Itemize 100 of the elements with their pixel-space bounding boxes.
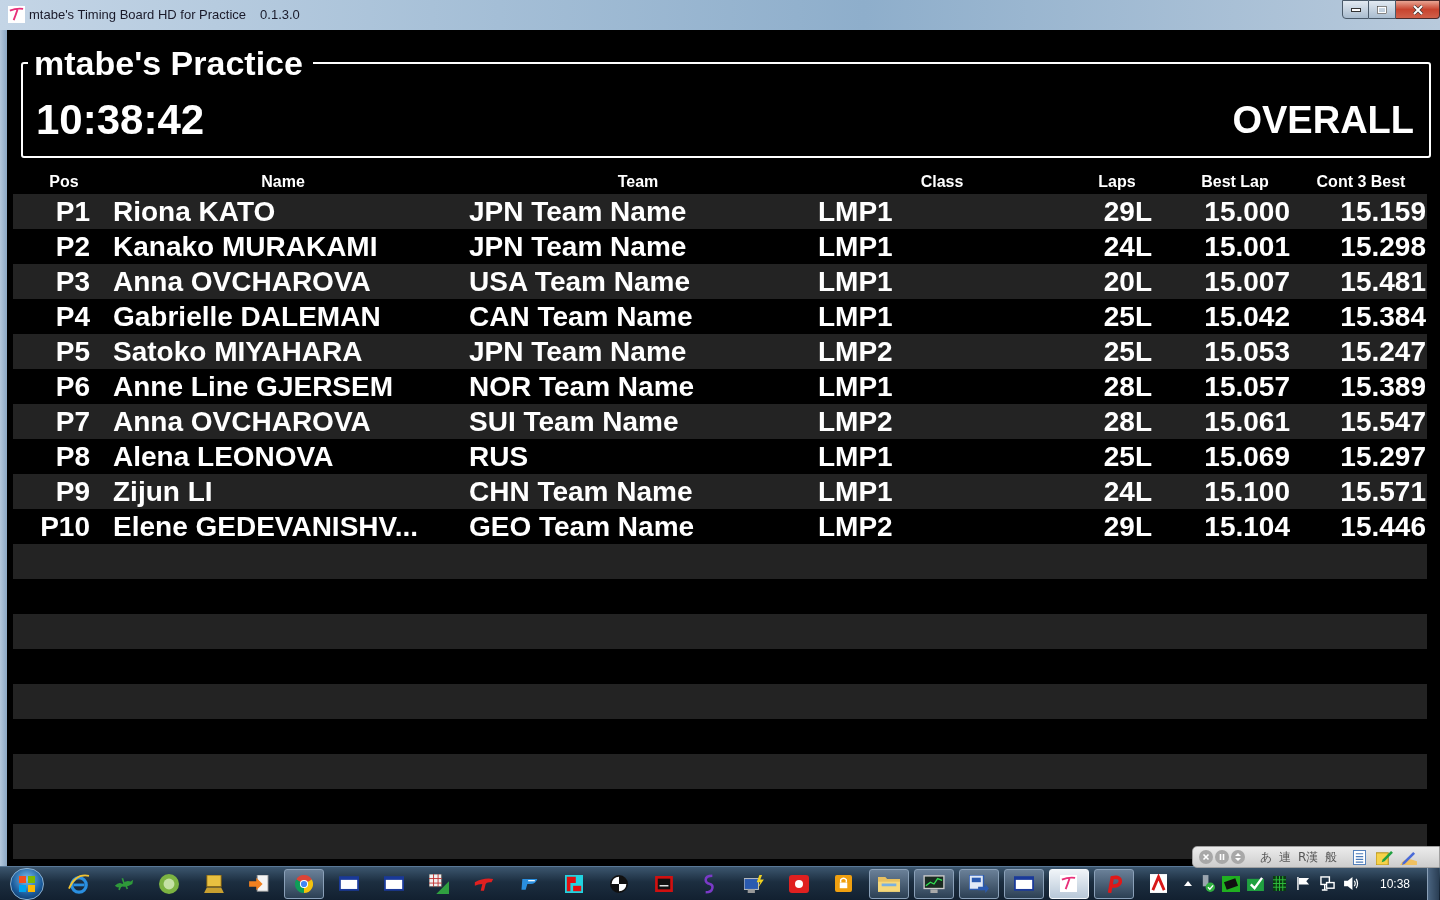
taskbar-clock[interactable]: 10:38 <box>1380 874 1410 893</box>
grid-icon[interactable] <box>1272 876 1286 891</box>
network-icon[interactable] <box>1319 876 1335 891</box>
laps-cell: 28L <box>1103 405 1152 438</box>
best-lap-cell: 15.001 <box>1204 230 1290 263</box>
position-cell: P9 <box>55 475 90 508</box>
taskbar-button[interactable] <box>868 868 909 899</box>
column-header: Best Lap <box>1201 172 1269 192</box>
driver-name-cell: Anna OVCHAROVA <box>113 405 371 438</box>
minimize-button[interactable] <box>1342 0 1369 19</box>
taskbar-button[interactable] <box>958 868 999 899</box>
best-lap-cell: 15.100 <box>1204 475 1290 508</box>
driver-name-cell: Kanako MURAKAMI <box>113 230 378 263</box>
close-button[interactable] <box>1396 0 1440 19</box>
driver-name-cell: Gabrielle DALEMAN <box>113 300 381 333</box>
driver-name-cell: Elene GEDEVANISHV... <box>113 510 418 543</box>
laps-cell: 25L <box>1103 335 1152 368</box>
lock-icon[interactable] <box>835 875 852 892</box>
version-label: 0.1.3.0 <box>260 5 300 24</box>
position-cell: P10 <box>40 510 90 543</box>
note-icon[interactable] <box>1376 849 1394 865</box>
best-lap-cell: 15.069 <box>1204 440 1290 473</box>
laptop-icon[interactable] <box>203 874 224 893</box>
class-cell: LMP2 <box>818 335 893 368</box>
driver-name-cell: Anna OVCHAROVA <box>113 265 371 298</box>
team-cell: NOR Team Name <box>469 370 695 403</box>
best-three-cell: 15.389 <box>1340 370 1426 403</box>
laps-cell: 24L <box>1103 230 1152 263</box>
speaker-icon[interactable] <box>1343 877 1359 890</box>
laps-cell: 20L <box>1103 265 1152 298</box>
pencil-icon[interactable] <box>1400 849 1418 865</box>
position-cell: P7 <box>55 405 90 438</box>
best-lap-cell: 15.007 <box>1204 265 1290 298</box>
best-three-cell: 15.571 <box>1340 475 1426 508</box>
driver-name-cell: Zijun LI <box>113 475 213 508</box>
ribbon-icon[interactable] <box>703 873 714 894</box>
page-icon[interactable] <box>1150 874 1167 893</box>
team-cell: RUS <box>469 440 529 473</box>
circuit-icon[interactable] <box>1222 875 1240 892</box>
frame-icon[interactable] <box>654 875 673 892</box>
target-icon[interactable] <box>609 874 628 893</box>
driver-name-cell: Riona KATO <box>113 195 276 228</box>
class-cell: LMP2 <box>818 510 893 543</box>
triangle-up-icon[interactable] <box>1184 881 1192 886</box>
four-pane-logo-icon <box>19 875 35 892</box>
disc-icon[interactable] <box>158 873 179 894</box>
column-header: Name <box>261 172 305 192</box>
globe-icon[interactable] <box>67 873 90 894</box>
best-lap-cell: 15.104 <box>1204 510 1290 543</box>
list-icon[interactable] <box>1353 849 1367 865</box>
taskbar-button[interactable] <box>283 868 324 899</box>
lizard-icon[interactable] <box>113 876 134 891</box>
class-cell: LMP1 <box>818 440 893 473</box>
team-cell: JPN Team Name <box>469 195 687 228</box>
best-three-cell: 15.297 <box>1340 440 1426 473</box>
column-header: Pos <box>49 172 79 192</box>
best-three-cell: 15.446 <box>1340 510 1426 543</box>
arrow-icon[interactable] <box>248 874 269 893</box>
input-mode-label[interactable]: あ <box>1260 850 1272 864</box>
position-cell: P1 <box>55 195 90 228</box>
laps-cell: 25L <box>1103 300 1152 333</box>
taskbar-button[interactable] <box>913 868 954 899</box>
check-icon[interactable] <box>1246 876 1264 891</box>
flag-icon[interactable] <box>1296 877 1310 890</box>
best-lap-cell: 15.061 <box>1204 405 1290 438</box>
square-icon[interactable] <box>788 874 809 893</box>
laps-cell: 25L <box>1103 440 1152 473</box>
column-header: Cont 3 Best <box>1316 172 1406 192</box>
show-desktop-button[interactable] <box>1427 867 1439 900</box>
window-icon[interactable] <box>338 876 359 891</box>
input-mode-label[interactable]: 般 <box>1325 850 1338 864</box>
position-cell: P8 <box>55 440 90 473</box>
window-icon[interactable] <box>383 876 404 891</box>
class-cell: LMP1 <box>818 230 893 263</box>
tile-icon[interactable] <box>564 874 583 893</box>
best-three-cell: 15.298 <box>1340 230 1426 263</box>
minimize-icon <box>1350 7 1361 12</box>
best-three-cell: 15.481 <box>1340 265 1426 298</box>
input-mode-label[interactable]: R漢 <box>1298 850 1319 864</box>
column-header: Class <box>920 172 964 192</box>
class-cell: LMP1 <box>818 195 893 228</box>
column-header: Laps <box>1098 172 1136 192</box>
driver-name-cell: Anne Line GJERSEM <box>113 370 394 403</box>
taskbar-button[interactable] <box>1003 868 1044 899</box>
computer-icon[interactable] <box>743 874 764 893</box>
hook-icon <box>1105 874 1122 893</box>
input-mode-label[interactable]: 連 <box>1279 850 1291 864</box>
team-cell: CHN Team Name <box>469 475 693 508</box>
position-cell: P6 <box>55 370 90 403</box>
maximize-button[interactable] <box>1369 0 1396 19</box>
window-title: mtabe's Timing Board HD for Practice <box>29 5 247 24</box>
app-logo-icon <box>8 6 25 23</box>
session-title: mtabe's Practice <box>33 45 304 81</box>
monitor-icon <box>922 874 945 893</box>
team-cell: SUI Team Name <box>469 405 679 438</box>
chart-icon[interactable] <box>428 873 449 894</box>
window-icon <box>1013 876 1034 891</box>
start-button[interactable] <box>10 867 44 900</box>
swoosh-icon[interactable] <box>473 876 494 891</box>
laps-cell: 29L <box>1103 195 1152 228</box>
